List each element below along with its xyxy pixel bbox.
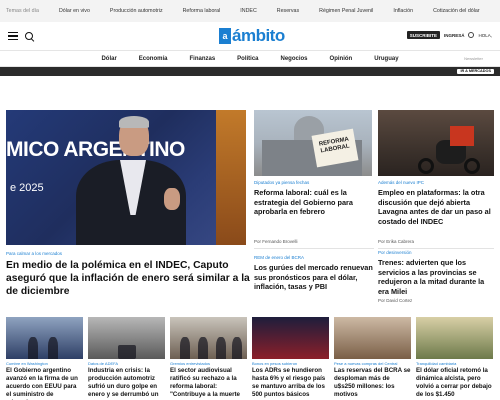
topic-link-produccion-automotriz[interactable]: Producción automotriz [110,8,163,14]
topic-link-dolar-en-vivo[interactable]: Dólar en vivo [59,8,90,14]
story-tag[interactable]: Pese a nuevas compras del Central [334,361,411,366]
topic-link-reforma-laboral[interactable]: Reforma laboral [183,8,221,14]
story-author[interactable]: Por David Cortez [378,298,412,303]
story-headline[interactable]: Las reservas del BCRA se desploman más d… [334,367,411,399]
story-card[interactable]: Cumbre en Washington El Gobierno argenti… [6,317,83,400]
story-tag[interactable]: Tranquilidad cambiaria [416,361,493,366]
story-headline[interactable]: Reforma laboral: cuál es la estrategia d… [254,188,376,217]
logo-text: ámbito [232,26,285,45]
nav-item-uruguay[interactable]: Uruguay [374,56,398,62]
story-card[interactable]: Bonos en pesos subieron Los ADRs se hund… [252,317,329,399]
story-image-delivery[interactable] [378,110,494,176]
story-thumbnail[interactable] [170,317,247,359]
menu-icon[interactable] [8,32,18,40]
story-tag[interactable]: Por desinversión [378,250,412,255]
site-header: a ámbito SUSCRIBITE INGRESÁ HOLA, [0,22,500,50]
nav-item-finanzas[interactable]: Finanzas [189,56,215,62]
hero-image[interactable]: MICO ARGENTINO e 2025 [6,110,246,245]
story-tag[interactable]: Datos de ADEFA [88,361,165,366]
story-tag[interactable]: Bonos en pesos subieron [252,361,329,366]
story-tag[interactable]: REM de enero del BCRA [254,255,304,260]
nav-item-opinion[interactable]: Opinión [330,56,353,62]
nav-item-negocios[interactable]: Negocios [281,56,308,62]
user-icon[interactable] [468,32,475,38]
topic-link-reservas[interactable]: Reservas [277,8,299,14]
hero-tag[interactable]: Para calmar a los mercados [6,251,62,256]
story-tag[interactable]: Además del nuevo IPC [378,180,424,185]
story-image-reforma-laboral[interactable]: REFORMA LABORAL [254,110,372,176]
hero-image-year-text: e 2025 [10,182,44,194]
story-headline[interactable]: Los ADRs se hundieron hasta 6% y el ries… [252,367,329,399]
topic-label: Temas del día [6,8,39,14]
topics-bar: Temas del día Dólar en vivo Producción a… [0,0,500,22]
story-headline[interactable]: Los gurúes del mercado renuevan sus pron… [254,263,376,292]
nav-item-politica[interactable]: Política [237,56,258,62]
section-nav: Dólar Economía Finanzas Política Negocio… [0,50,500,67]
story-card[interactable]: Pese a nuevas compras del Central Las re… [334,317,411,399]
story-thumbnail[interactable] [416,317,493,359]
subscribe-button[interactable]: SUSCRIBITE [406,31,440,39]
logo-mark: a [219,28,231,44]
story-headline[interactable]: Industria en crisis: la producción autom… [88,367,165,399]
divider [378,248,494,249]
story-thumbnail[interactable] [88,317,165,359]
story-author[interactable]: Por Fernando Brovelli [254,239,298,244]
site-logo[interactable]: a ámbito [219,26,285,46]
greeting-text[interactable]: HOLA, [478,33,492,38]
hero-image-person [76,116,186,245]
story-card[interactable]: Gremios entrevistados El sector audiovis… [170,317,247,399]
story-thumbnail[interactable] [334,317,411,359]
header-actions: SUSCRIBITE INGRESÁ HOLA, [406,31,492,39]
topic-link-regimen-penal-juvenil[interactable]: Régimen Penal Juvenil [319,8,373,14]
story-thumbnail[interactable] [252,317,329,359]
story-headline[interactable]: El dólar oficial retomó la dinámica alci… [416,367,493,399]
story-headline[interactable]: El sector audiovisual ratificó su rechaz… [170,367,247,399]
nav-item-dolar[interactable]: Dólar [101,56,116,62]
story-headline[interactable]: El Gobierno argentino avanzó en la firma… [6,367,83,400]
topic-link-inflacion[interactable]: Inflación [393,8,413,14]
secondary-stories: Cumbre en Washington El Gobierno argenti… [6,317,496,400]
markets-button[interactable]: IR A MERCADOS [457,68,494,74]
story-card[interactable]: Datos de ADEFA Industria en crisis: la p… [88,317,165,399]
nav-item-economia[interactable]: Economía [139,56,168,62]
story-tag[interactable]: Diputados ya piensa fechas [254,180,309,185]
divider [254,248,374,249]
story-thumbnail[interactable] [6,317,83,359]
story-card[interactable]: Tranquilidad cambiaria El dólar oficial … [416,317,493,399]
search-icon[interactable] [25,31,34,41]
login-link[interactable]: INGRESÁ [444,33,465,38]
markets-bar: IR A MERCADOS [0,67,500,76]
story-headline[interactable]: Empleo en plataformas: la otra discusión… [378,188,496,226]
story-author[interactable]: Por Erika Cabrera [378,239,414,244]
newsletter-link[interactable]: Newsletter [464,56,483,61]
hero-headline[interactable]: En medio de la polémica en el INDEC, Cap… [6,259,251,298]
story-headline[interactable]: Trenes: advierten que los servicios a la… [378,258,496,296]
hero-image-panel [216,110,246,245]
story-tag[interactable]: Gremios entrevistados [170,361,247,366]
topic-link-cotizacion-del-dolar[interactable]: Cotización del dólar [433,8,480,14]
main-content: MICO ARGENTINO e 2025 Para calmar a los … [6,110,494,310]
topic-link-indec[interactable]: INDEC [240,8,256,14]
story-tag[interactable]: Cumbre en Washington [6,361,83,366]
